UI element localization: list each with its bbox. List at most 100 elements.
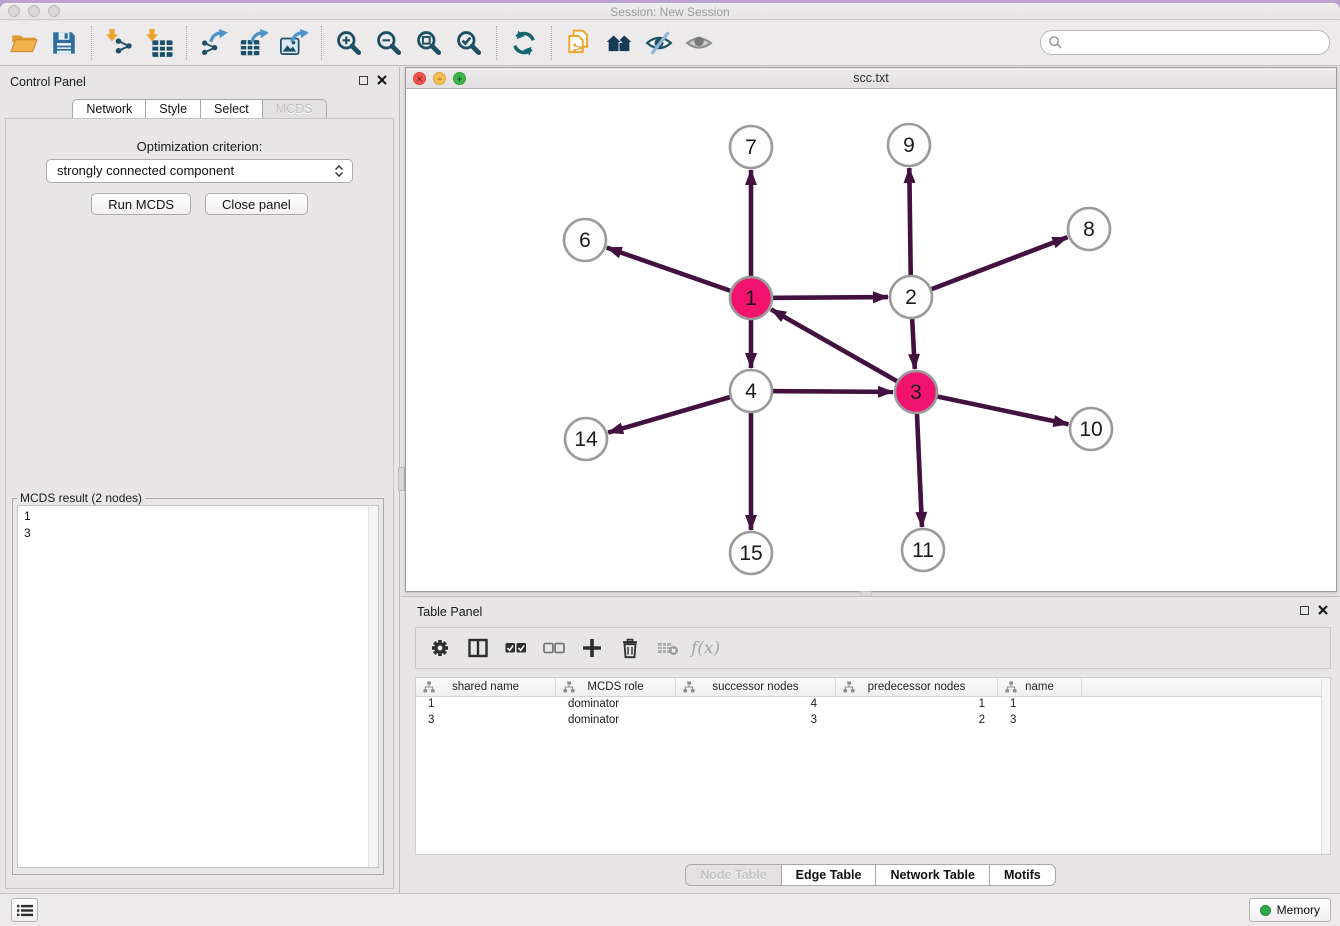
deselect-all-columns-button[interactable] (538, 632, 570, 664)
desktop: Session: New Session Control Panel (0, 0, 1340, 926)
node-10[interactable]: 10 (1070, 408, 1112, 450)
table-panel: Table Panel f(x) shared nameMCDS rolesuc… (401, 596, 1340, 893)
close-panel-icon[interactable] (377, 75, 387, 85)
cell-successor-nodes[interactable]: 4 (676, 697, 836, 713)
cell-MCDS-role[interactable]: dominator (556, 713, 676, 729)
select-all-columns-icon (505, 637, 527, 659)
tab-network-table[interactable]: Network Table (876, 864, 990, 886)
run-mcds-button[interactable]: Run MCDS (91, 193, 191, 215)
svg-text:1: 1 (745, 287, 757, 310)
column-header-MCDS-role[interactable]: MCDS role (556, 678, 676, 696)
node-4[interactable]: 4 (730, 370, 772, 412)
status-bar: Memory (0, 893, 1340, 926)
export-network-button[interactable] (194, 23, 234, 63)
split-panel-button[interactable] (462, 632, 494, 664)
vertical-splitter-handle[interactable] (398, 467, 405, 491)
node-1[interactable]: 1 (730, 277, 772, 319)
zoom-selected-button[interactable] (449, 23, 489, 63)
svg-text:11: 11 (912, 539, 934, 562)
hide-selected-icon (645, 29, 673, 57)
node-2[interactable]: 2 (890, 276, 932, 318)
node-8[interactable]: 8 (1068, 208, 1110, 250)
tab-motifs[interactable]: Motifs (990, 864, 1056, 886)
settings-button[interactable] (424, 632, 456, 664)
cell-name[interactable]: 1 (998, 697, 1082, 713)
node-14[interactable]: 14 (565, 418, 607, 460)
deselect-all-columns-icon (543, 637, 565, 659)
cell-predecessor-nodes[interactable]: 1 (836, 697, 998, 713)
import-table-icon (145, 29, 173, 57)
column-header-successor-nodes[interactable]: successor nodes (676, 678, 836, 696)
zoom-fit-button[interactable] (409, 23, 449, 63)
table-row[interactable]: 3dominator323 (416, 713, 1330, 729)
table-float-panel-icon[interactable] (1300, 606, 1309, 615)
export-network-icon (200, 29, 228, 57)
svg-text:14: 14 (574, 428, 598, 451)
cell-predecessor-nodes[interactable]: 2 (836, 713, 998, 729)
svg-text:3: 3 (910, 381, 922, 404)
import-network-button[interactable] (99, 23, 139, 63)
node-6[interactable]: 6 (564, 219, 606, 261)
memory-button[interactable]: Memory (1249, 898, 1331, 922)
table-toolbar: f(x) (415, 627, 1331, 669)
cell-successor-nodes[interactable]: 3 (676, 713, 836, 729)
export-image-button[interactable] (274, 23, 314, 63)
tab-select[interactable]: Select (200, 99, 262, 119)
delete-column-button[interactable] (614, 632, 646, 664)
cell-MCDS-role[interactable]: dominator (556, 697, 676, 713)
task-history-button[interactable] (11, 898, 38, 922)
cell-shared-name[interactable]: 1 (416, 697, 556, 713)
select-all-columns-button[interactable] (500, 632, 532, 664)
import-table-button[interactable] (139, 23, 179, 63)
zoom-selected-icon (455, 29, 483, 57)
close-panel-button[interactable]: Close panel (205, 193, 308, 215)
network-canvas[interactable]: 7 9 6 8 1 2 4 3 14 10 15 11 (406, 89, 1336, 591)
hide-selected-button[interactable] (639, 23, 679, 63)
node-11[interactable]: 11 (902, 529, 944, 571)
import-network-icon (105, 29, 133, 57)
zoom-out-button[interactable] (369, 23, 409, 63)
column-header-name[interactable]: name (998, 678, 1082, 696)
control-panel-title: Control Panel (10, 75, 86, 89)
duplicate-network-button[interactable] (559, 23, 599, 63)
criterion-select[interactable]: strongly connected component (46, 159, 353, 183)
cell-name[interactable]: 3 (998, 713, 1082, 729)
table-row[interactable]: 1dominator411 (416, 697, 1330, 713)
save-session-button[interactable] (44, 23, 84, 63)
tab-style[interactable]: Style (145, 99, 200, 119)
column-label: MCDS role (587, 681, 643, 693)
tab-mcds[interactable]: MCDS (262, 99, 327, 119)
control-panel-tabs: NetworkStyleSelectMCDS (0, 99, 399, 119)
search-box (1040, 30, 1330, 55)
cell-shared-name[interactable]: 3 (416, 713, 556, 729)
first-neighbors-button[interactable] (599, 23, 639, 63)
tab-edge-table[interactable]: Edge Table (782, 864, 877, 886)
column-label: predecessor nodes (868, 681, 966, 693)
node-3[interactable]: 3 (895, 371, 937, 413)
node-15[interactable]: 15 (730, 532, 772, 574)
open-session-button[interactable] (4, 23, 44, 63)
column-header-shared-name[interactable]: shared name (416, 678, 556, 696)
table-close-panel-icon[interactable] (1318, 605, 1328, 615)
memory-label: Memory (1277, 903, 1320, 917)
search-input[interactable] (1040, 30, 1330, 55)
node-9[interactable]: 9 (888, 124, 930, 166)
column-header-predecessor-nodes[interactable]: predecessor nodes (836, 678, 998, 696)
table-scrollbar[interactable] (1321, 678, 1330, 854)
show-all-button[interactable] (679, 23, 719, 63)
control-panel: Control Panel NetworkStyleSelectMCDS Opt… (0, 67, 400, 893)
node-7[interactable]: 7 (730, 126, 772, 168)
result-line: 3 (24, 525, 372, 542)
delete-table-icon (657, 637, 679, 659)
network-graph[interactable]: 7 9 6 8 1 2 4 3 14 10 15 11 (406, 89, 1336, 592)
refresh-button[interactable] (504, 23, 544, 63)
export-table-button[interactable] (234, 23, 274, 63)
add-column-button[interactable] (576, 632, 608, 664)
float-panel-icon[interactable] (359, 76, 368, 85)
result-scrollbar[interactable] (368, 506, 378, 867)
function-builder-icon: f(x) (689, 637, 723, 659)
tab-network[interactable]: Network (72, 99, 145, 119)
zoom-in-button[interactable] (329, 23, 369, 63)
tab-node-table[interactable]: Node Table (685, 864, 781, 886)
network-window-titlebar[interactable]: ✕ − + scc.txt (406, 68, 1336, 89)
